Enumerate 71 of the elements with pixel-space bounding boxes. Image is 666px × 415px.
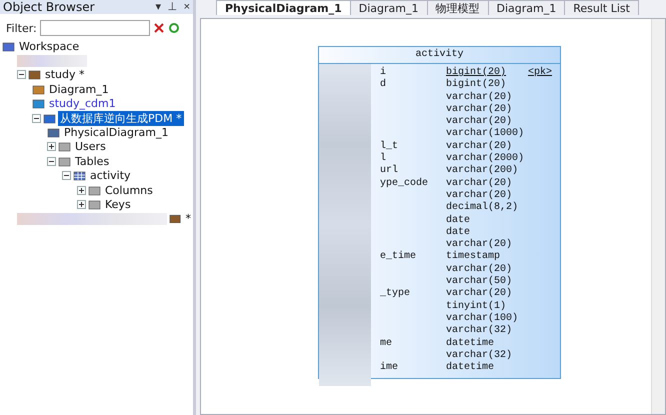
tab[interactable]: PhysicalDiagram_1 xyxy=(216,0,351,15)
column-type: varchar(20) xyxy=(446,140,514,152)
panel-button[interactable]: × xyxy=(184,1,190,13)
tree-item[interactable]: activity xyxy=(88,169,133,182)
column-type: varchar(100) xyxy=(446,312,520,324)
collapse-icon[interactable] xyxy=(32,114,41,123)
column-name: l_t xyxy=(379,140,400,152)
column-type: varchar(20) xyxy=(446,190,514,202)
filter-label: Filter: xyxy=(6,22,37,34)
column-key: <pk> xyxy=(528,67,556,80)
column-type: date xyxy=(446,226,472,238)
column-type: varchar(20) xyxy=(446,239,514,250)
column-type: varchar(2000) xyxy=(446,153,526,164)
column-name: l xyxy=(379,153,388,164)
clear-filter-icon[interactable] xyxy=(152,22,165,34)
column-name: ime xyxy=(379,362,400,374)
column-name: d xyxy=(379,79,388,92)
refresh-icon[interactable] xyxy=(168,22,180,34)
column-type: varchar(50) xyxy=(446,276,514,288)
tree-item[interactable]: Tables xyxy=(73,154,112,168)
tree-item[interactable]: 从数据库逆向生成PDM * xyxy=(58,110,184,126)
column-type: varchar(20) xyxy=(446,104,514,116)
column-type: varchar(32) xyxy=(446,350,514,362)
column-type: datetime xyxy=(446,362,496,374)
column-name: me xyxy=(379,338,394,350)
tab[interactable]: Diagram_1 xyxy=(350,0,428,15)
table-icon xyxy=(73,170,86,182)
tab[interactable]: Result List xyxy=(564,0,639,15)
tree-item[interactable]: study_cdm1 xyxy=(47,97,118,110)
collapse-icon[interactable] xyxy=(62,171,71,180)
collapse-icon[interactable] xyxy=(47,156,56,166)
tab[interactable]: 物理模型 xyxy=(426,0,488,15)
collapse-icon[interactable] xyxy=(17,70,26,80)
column-type: varchar(20) xyxy=(446,264,514,276)
column-name: _type xyxy=(379,288,412,301)
column-type: datetime xyxy=(446,338,496,350)
panel-button[interactable]: ⊥ xyxy=(168,1,178,13)
scrollbar[interactable] xyxy=(651,19,665,414)
tree-item[interactable]: Diagram_1 xyxy=(47,82,111,96)
column-type: tinyint(1) xyxy=(446,300,508,312)
tree-item[interactable]: PhysicalDiagram_1 xyxy=(62,126,170,140)
column-type: decimal(8,2) xyxy=(446,202,520,214)
column-type: bigint(20) xyxy=(446,79,508,92)
tab[interactable]: Diagram_1 xyxy=(488,0,566,15)
column-type: varchar(1000) xyxy=(446,128,526,140)
tree-item[interactable]: Users xyxy=(73,140,108,154)
column-name: e_time xyxy=(379,251,418,264)
column-type: date xyxy=(446,214,472,226)
expand-icon[interactable] xyxy=(77,200,86,209)
tree-item[interactable]: Workspace xyxy=(17,40,82,53)
column-type: timestamp xyxy=(446,251,502,264)
filter-field[interactable] xyxy=(40,20,150,36)
column-type: varchar(20) xyxy=(446,116,514,128)
column-type: varchar(200) xyxy=(446,165,520,178)
column-type: varchar(20) xyxy=(446,288,514,300)
column-name: url xyxy=(379,165,400,178)
column-name: ype_code xyxy=(379,178,430,190)
column-type: varchar(20) xyxy=(446,178,514,190)
tree-item[interactable]: study * xyxy=(43,68,87,82)
expand-icon[interactable] xyxy=(47,142,56,152)
column-type: varchar(32) xyxy=(446,325,514,338)
column-type: varchar(20) xyxy=(446,92,514,104)
tree-item[interactable]: Columns xyxy=(103,184,155,197)
tree-item[interactable]: Keys xyxy=(103,198,133,211)
redacted-area xyxy=(17,54,87,67)
panel-title: Object Browser xyxy=(3,0,95,14)
panel-button[interactable]: ▾ xyxy=(156,1,162,13)
column-name: i xyxy=(379,67,388,78)
expand-icon[interactable] xyxy=(77,186,86,195)
tree-item[interactable]: * xyxy=(184,212,193,226)
column-type: bigint(20) xyxy=(446,67,508,78)
